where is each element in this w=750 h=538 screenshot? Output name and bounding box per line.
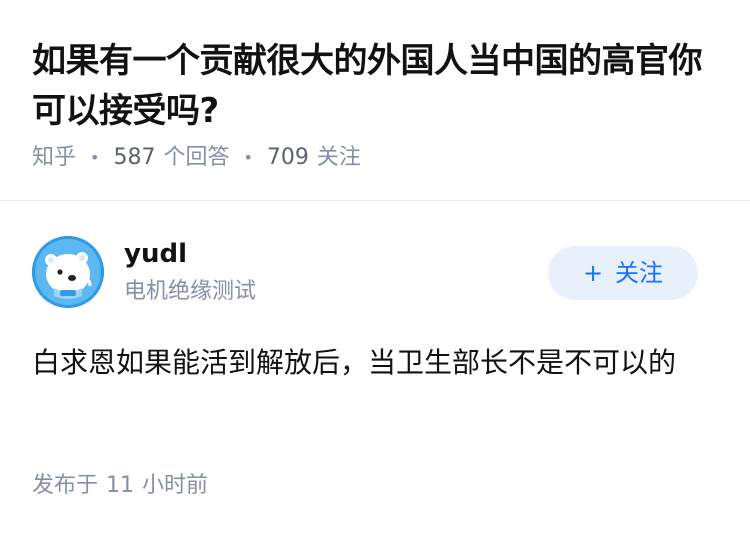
polar-bear-icon xyxy=(32,236,104,308)
follower-count: 709 xyxy=(266,145,309,170)
publish-time-prefix: 发布于 xyxy=(32,473,99,498)
answer-count-label[interactable]: 个回答 xyxy=(163,143,229,173)
follow-button-label: 关注 xyxy=(615,259,664,287)
publish-time-unit: 小时前 xyxy=(142,473,209,498)
answer-content[interactable]: 白求恩如果能活到解放后，当卫生部长不是不可以的 xyxy=(32,340,712,386)
publish-time: 发布于 11 小时前 xyxy=(32,471,208,501)
author-bio: 电机绝缘测试 xyxy=(124,279,257,304)
section-divider xyxy=(0,200,750,201)
question-header: 如果有一个贡献很大的外国人当中国的高官你可以接受吗? xyxy=(32,36,722,136)
separator-dot: • xyxy=(243,148,253,167)
source-label[interactable]: 知乎 xyxy=(32,143,76,173)
separator-dot: • xyxy=(90,148,100,167)
publish-time-value: 11 xyxy=(106,473,135,498)
avatar[interactable] xyxy=(32,236,104,308)
question-meta: 知乎 • 587 个回答 • 709 关注 xyxy=(32,143,361,173)
plus-icon: + xyxy=(582,259,604,287)
follower-count-label[interactable]: 关注 xyxy=(317,143,361,173)
follow-button[interactable]: + 关注 xyxy=(548,246,698,300)
question-title[interactable]: 如果有一个贡献很大的外国人当中国的高官你可以接受吗? xyxy=(32,36,722,136)
author-name[interactable]: yudl xyxy=(124,236,187,272)
author-info: yudl 电机绝缘测试 + 关注 xyxy=(32,236,722,308)
answer-count: 587 xyxy=(113,145,156,170)
